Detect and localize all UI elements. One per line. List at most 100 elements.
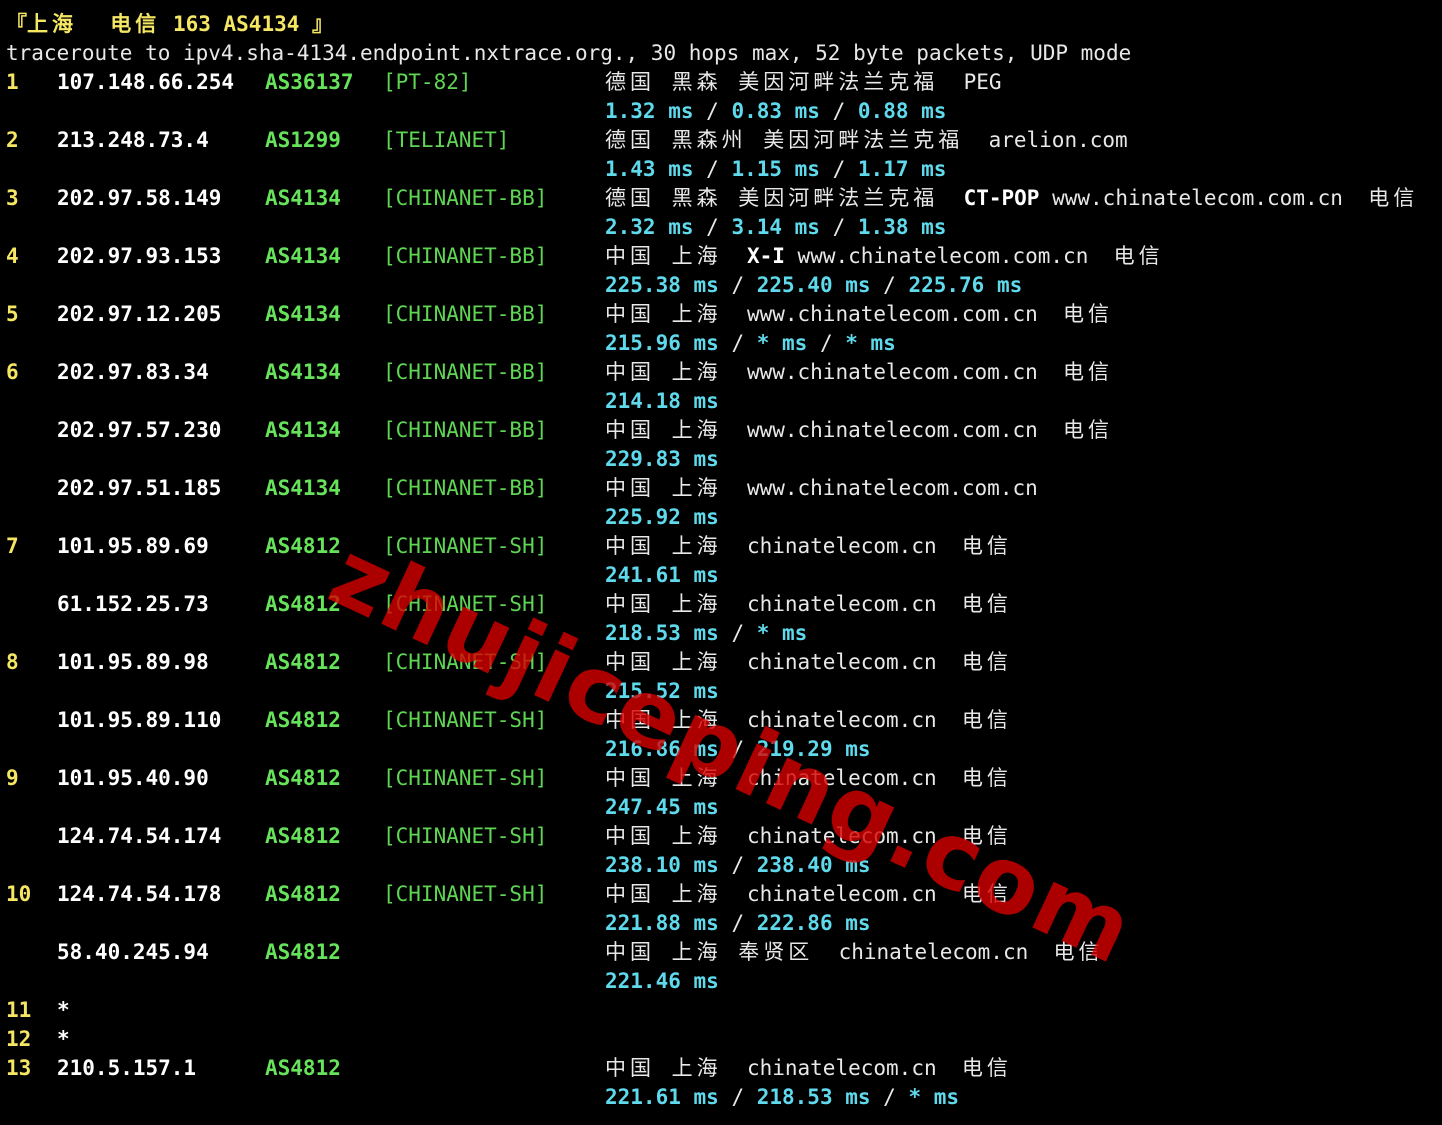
hop-asn: AS4812 bbox=[265, 592, 341, 616]
hop-host: www.chinatelecom.com.cn bbox=[746, 302, 1038, 326]
latency-separator: / bbox=[718, 737, 757, 761]
hop-ip: 58.40.245.94 bbox=[57, 940, 209, 964]
latency-value: 218.53 ms bbox=[756, 1085, 871, 1109]
hop-geo: 中国 上海 bbox=[605, 708, 722, 732]
latency-value: 225.40 ms bbox=[756, 273, 871, 297]
hop-host: chinatelecom.cn bbox=[746, 824, 937, 848]
hop-host: www.chinatelecom.com.cn bbox=[1052, 186, 1343, 210]
hop-location-info: 中国 上海 www.chinatelecom.com.cn bbox=[605, 474, 1063, 503]
hop-latency: 214.18 ms bbox=[605, 387, 719, 416]
latency-separator: / bbox=[693, 157, 732, 181]
latency-separator: / bbox=[807, 331, 846, 355]
hop-latency: 225.92 ms bbox=[605, 503, 719, 532]
hop-number: 8 bbox=[6, 650, 19, 674]
latency-value: 2.32 ms bbox=[605, 215, 694, 239]
latency-value: * ms bbox=[908, 1085, 960, 1109]
hop-geo: 德国 黑森州 美因河畔法兰克福 bbox=[605, 128, 964, 152]
latency-value: 214.18 ms bbox=[605, 389, 719, 413]
hop-asn: AS4812 bbox=[265, 708, 341, 732]
hop-ip: 61.152.25.73 bbox=[57, 592, 209, 616]
hop-host: chinatelecom.cn bbox=[746, 766, 937, 790]
latency-value: 215.96 ms bbox=[605, 331, 719, 355]
hop-location-info: 中国 上海 chinatelecom.cn 电信 bbox=[605, 590, 1012, 619]
hop-latency: 1.43 ms / 1.15 ms / 1.17 ms bbox=[605, 155, 946, 184]
hop-tag: [PT-82] bbox=[383, 70, 472, 94]
hop-location-info: 德国 黑森 美因河畔法兰克福 PEG bbox=[605, 68, 1027, 97]
hop-location-info: 中国 上海 chinatelecom.cn 电信 bbox=[605, 1054, 1012, 1083]
hop-ip: 202.97.83.34 bbox=[57, 360, 209, 384]
hop-extra: CT-POP bbox=[963, 186, 1040, 210]
hop-ip: 101.95.89.110 bbox=[57, 708, 222, 732]
hop-asn: AS4812 bbox=[265, 766, 341, 790]
hop-ip: 124.74.54.178 bbox=[57, 882, 222, 906]
hop-ip: 210.5.157.1 bbox=[57, 1056, 197, 1080]
hop-host: www.chinatelecom.com.cn bbox=[746, 418, 1038, 442]
hop-isp: 电信 bbox=[961, 592, 1012, 616]
hop-tag: [CHINANET-BB] bbox=[383, 418, 548, 442]
hop-number: 13 bbox=[6, 1056, 32, 1080]
hop-tag: [CHINANET-BB] bbox=[383, 244, 548, 268]
latency-value: 1.15 ms bbox=[731, 157, 820, 181]
hop-geo: 中国 上海 bbox=[605, 824, 722, 848]
hop-ip: 202.97.57.230 bbox=[57, 418, 222, 442]
hop-isp: 电信 bbox=[1063, 418, 1114, 442]
latency-separator: / bbox=[718, 1085, 757, 1109]
latency-separator: / bbox=[870, 273, 909, 297]
hop-latency: 241.61 ms bbox=[605, 561, 719, 590]
hop-geo: 中国 上海 bbox=[605, 766, 722, 790]
header-location: 上海 电信 bbox=[27, 12, 161, 36]
hop-tag: [CHINANET-SH] bbox=[383, 592, 548, 616]
hop-location-info: 中国 上海 chinatelecom.cn 电信 bbox=[605, 532, 1012, 561]
latency-separator: / bbox=[819, 99, 858, 123]
hop-latency: 247.45 ms bbox=[605, 793, 719, 822]
hop-isp: 电信 bbox=[1368, 186, 1419, 210]
latency-separator: / bbox=[718, 853, 757, 877]
latency-value: 229.83 ms bbox=[605, 447, 719, 471]
hop-isp: 电信 bbox=[961, 650, 1012, 674]
latency-value: 241.61 ms bbox=[605, 563, 719, 587]
hop-latency: 225.38 ms / 225.40 ms / 225.76 ms bbox=[605, 271, 1022, 300]
hop-tag: [CHINANET-BB] bbox=[383, 476, 548, 500]
hop-geo: 中国 上海 bbox=[605, 592, 722, 616]
latency-value: 238.40 ms bbox=[756, 853, 871, 877]
latency-separator: / bbox=[819, 215, 858, 239]
hop-host: www.chinatelecom.com.cn bbox=[746, 476, 1038, 500]
hop-latency: 215.52 ms bbox=[605, 677, 719, 706]
hop-location-info: 中国 上海 chinatelecom.cn 电信 bbox=[605, 822, 1012, 851]
hop-asn: AS4134 bbox=[265, 418, 341, 442]
hop-isp: 电信 bbox=[961, 708, 1012, 732]
hop-ip: 202.97.51.185 bbox=[57, 476, 222, 500]
hop-number: 4 bbox=[6, 244, 19, 268]
latency-value: 222.86 ms bbox=[756, 911, 871, 935]
hop-host: chinatelecom.cn bbox=[746, 882, 937, 906]
latency-value: 0.83 ms bbox=[731, 99, 820, 123]
hop-tag: [CHINANET-SH] bbox=[383, 708, 548, 732]
hop-latency: 215.96 ms / * ms / * ms bbox=[605, 329, 896, 358]
hop-location-info: 中国 上海 chinatelecom.cn 电信 bbox=[605, 880, 1012, 909]
hop-host: chinatelecom.cn bbox=[746, 592, 937, 616]
hop-host: www.chinatelecom.com.cn bbox=[797, 244, 1089, 268]
hop-location-info: 中国 上海 chinatelecom.cn 电信 bbox=[605, 706, 1012, 735]
hop-latency: 229.83 ms bbox=[605, 445, 719, 474]
hop-tag: [TELIANET] bbox=[383, 128, 510, 152]
hop-geo: 中国 上海 bbox=[605, 1056, 722, 1080]
hop-geo: 中国 上海 bbox=[605, 244, 722, 268]
hop-isp: 电信 bbox=[961, 1056, 1012, 1080]
latency-value: 238.10 ms bbox=[605, 853, 719, 877]
hop-number: 12 bbox=[6, 1027, 32, 1051]
latency-value: 247.45 ms bbox=[605, 795, 719, 819]
hop-geo: 中国 上海 bbox=[605, 650, 722, 674]
hop-number: 6 bbox=[6, 360, 19, 384]
latency-value: 221.61 ms bbox=[605, 1085, 719, 1109]
hop-asn: AS1299 bbox=[265, 128, 341, 152]
hop-latency: 216.86 ms / 219.29 ms bbox=[605, 735, 871, 764]
hop-tag: [CHINANET-BB] bbox=[383, 302, 548, 326]
latency-value: * ms bbox=[845, 331, 896, 355]
hop-host: chinatelecom.cn bbox=[838, 940, 1029, 964]
hop-tag: [CHINANET-SH] bbox=[383, 534, 548, 558]
hop-ip: 107.148.66.254 bbox=[57, 70, 235, 94]
hop-host: www.chinatelecom.com.cn bbox=[746, 360, 1038, 384]
latency-value: 216.86 ms bbox=[605, 737, 719, 761]
header-bracket-open: 『 bbox=[6, 12, 27, 36]
hop-asn: AS4812 bbox=[265, 882, 341, 906]
